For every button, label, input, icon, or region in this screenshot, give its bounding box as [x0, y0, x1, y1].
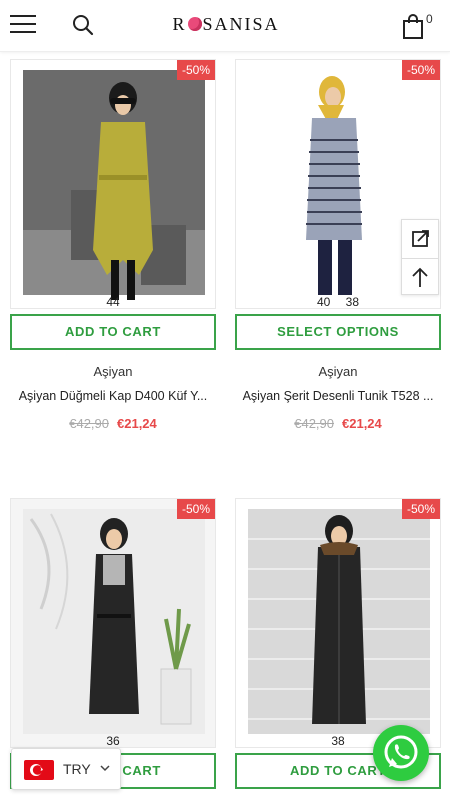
size-option[interactable]: 38	[331, 734, 344, 748]
expand-icon[interactable]	[402, 220, 438, 257]
currency-code: TRY	[63, 761, 91, 777]
sale-price: €21,24	[342, 416, 382, 431]
product-card: -50% 44 ADD TO CART Aşiyan Aşiyan Düğmel…	[10, 59, 216, 479]
discount-badge: -50%	[401, 499, 440, 519]
header: R SANISA 0	[0, 0, 450, 52]
logo-text-right: SANISA	[202, 14, 280, 34]
product-brand[interactable]: Aşiyan	[235, 364, 441, 379]
size-option[interactable]: 38	[346, 295, 359, 309]
hamburger-menu-icon[interactable]	[10, 13, 36, 35]
whatsapp-icon	[384, 735, 418, 769]
add-to-cart-button[interactable]: ADD TO CART	[10, 314, 216, 350]
size-list: 36	[10, 734, 216, 748]
arrow-up-icon[interactable]	[402, 258, 438, 295]
turkey-flag-icon	[24, 760, 54, 780]
cart-count: 0	[426, 12, 433, 26]
floating-actions	[401, 219, 439, 295]
discount-badge: -50%	[176, 60, 215, 80]
price-block: €42,90 €21,24	[235, 416, 441, 431]
old-price: €42,90	[294, 416, 334, 431]
rose-icon	[187, 17, 202, 31]
size-option[interactable]: 36	[106, 734, 119, 748]
logo[interactable]: R SANISA	[163, 14, 289, 36]
product-image[interactable]: -50%	[10, 59, 216, 309]
shopping-bag-icon	[403, 14, 423, 39]
whatsapp-button[interactable]	[373, 725, 429, 781]
price-block: €42,90 €21,24	[10, 416, 216, 431]
size-list: 40 38	[235, 295, 441, 309]
product-title[interactable]: Aşiyan Şerit Desenli Tunik T528 ...	[235, 389, 441, 403]
select-options-button[interactable]: SELECT OPTIONS	[235, 314, 441, 350]
currency-selector[interactable]: TRY	[11, 748, 121, 790]
old-price: €42,90	[69, 416, 109, 431]
discount-badge: -50%	[176, 499, 215, 519]
chevron-down-icon	[100, 765, 110, 772]
sale-price: €21,24	[117, 416, 157, 431]
discount-badge: -50%	[401, 60, 440, 80]
logo-text-left: R	[172, 14, 187, 34]
size-option[interactable]: 44	[106, 295, 119, 309]
product-image[interactable]: -50%	[10, 498, 216, 748]
size-option[interactable]: 40	[317, 295, 330, 309]
product-title[interactable]: Aşiyan Düğmeli Kap D400 Küf Y...	[10, 389, 216, 403]
search-icon[interactable]	[71, 13, 95, 37]
size-list: 44	[10, 295, 216, 309]
product-image[interactable]: -50%	[235, 498, 441, 748]
cart-button[interactable]: 0	[402, 12, 436, 42]
product-brand[interactable]: Aşiyan	[10, 364, 216, 379]
